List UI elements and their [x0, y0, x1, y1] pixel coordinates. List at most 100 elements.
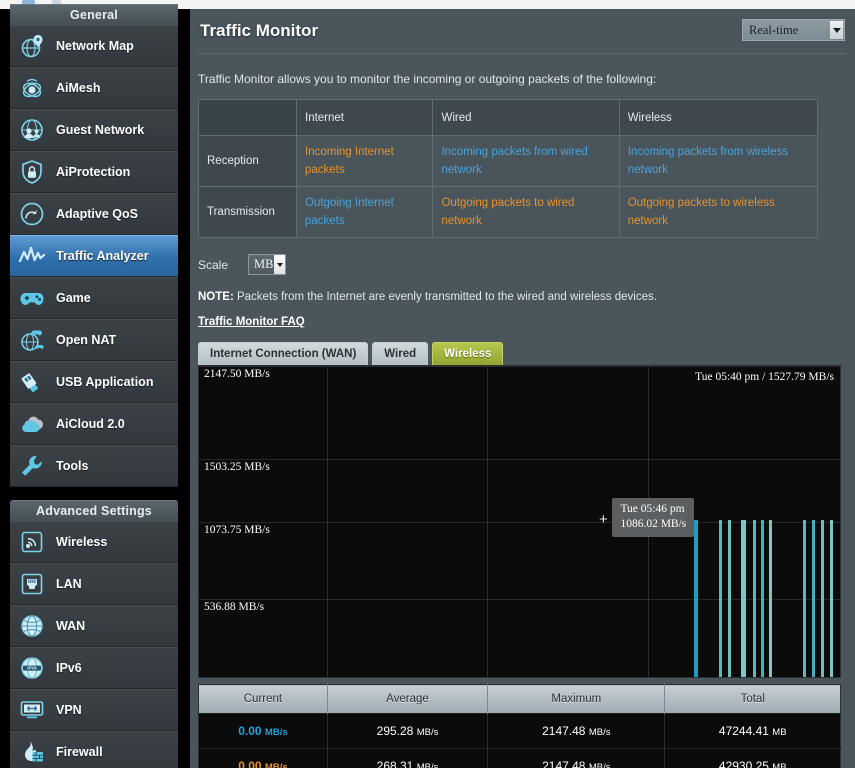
sidebar-item-label: LAN	[56, 577, 82, 591]
header-cell-wired: Wired	[432, 99, 620, 136]
game-controller-icon	[17, 283, 47, 313]
note-prefix: NOTE:	[198, 291, 234, 303]
traffic-chart[interactable]: Tue 05:40 pm / 1527.79 MB/s 2147.50 MB/s…	[198, 365, 841, 678]
chart-crosshair-cursor: +	[598, 510, 608, 528]
main-panel: Traffic Monitor Real-time Traffic Monito…	[190, 9, 855, 768]
table-row: 0.00 MB/s 295.28 MB/s 2147.48 MB/s 47244…	[198, 713, 841, 749]
sidebar-item-aiprotection[interactable]: AiProtection	[10, 151, 178, 193]
sidebar-item-label: Network Map	[56, 39, 134, 53]
tab-internet-connection-wan[interactable]: Internet Connection (WAN)	[198, 342, 369, 365]
sidebar-item-wan[interactable]: WAN	[10, 605, 178, 647]
scale-select-value: MB	[254, 257, 274, 271]
page-title: Traffic Monitor	[200, 21, 319, 40]
chart-bar	[760, 519, 764, 677]
stats-header-row: Current Average Maximum Total	[198, 684, 841, 714]
chart-bar	[812, 519, 816, 677]
sidebar-item-label: Firewall	[56, 745, 103, 759]
sidebar-item-label: AiMesh	[56, 81, 101, 95]
sidebar-item-wireless[interactable]: Wireless	[10, 521, 178, 563]
sidebar-item-network-map[interactable]: Network Map	[10, 25, 178, 67]
chart-bar	[820, 519, 824, 677]
sidebar-item-label: IPv6	[56, 661, 82, 675]
traffic-analyzer-icon	[17, 241, 47, 271]
table-header-row: Internet Wired Wireless	[198, 99, 819, 136]
chart-bar	[719, 519, 723, 677]
chart-tooltip-time: Tue 05:46 pm	[620, 502, 685, 515]
table-row: 0.00 MB/s 268.31 MB/s 2147.48 MB/s 42930…	[198, 748, 841, 768]
scale-row: Scale MB	[198, 254, 855, 275]
chart-bar	[769, 519, 773, 677]
chart-bar	[752, 519, 756, 677]
scale-select[interactable]: MB	[248, 254, 286, 275]
sidebar-item-open-nat[interactable]: Open NAT	[10, 319, 178, 361]
sidebar-item-guest-network[interactable]: Guest Network	[10, 109, 178, 151]
tab-wired[interactable]: Wired	[372, 342, 429, 365]
wireless-signal-icon	[17, 527, 47, 557]
header-cell-blank	[198, 99, 297, 136]
cell-transmission-wireless: Outgoing packets to wireless network	[618, 186, 819, 238]
traffic-monitor-faq-link[interactable]: Traffic Monitor FAQ	[198, 316, 305, 328]
chart-tooltip-value: 1086.02 MB/s	[620, 517, 687, 530]
chart-bar	[802, 519, 806, 677]
sidebar-item-aicloud[interactable]: AiCloud 2.0	[10, 403, 178, 445]
chart-y-axis-label: 536.88 MB/s	[204, 601, 265, 613]
chevron-down-icon[interactable]	[274, 255, 285, 274]
sidebar-item-label: Open NAT	[56, 333, 117, 347]
stats-reception-average: 295.28 MB/s	[327, 713, 489, 749]
sidebar-item-game[interactable]: Game	[10, 277, 178, 319]
page-header: Traffic Monitor Real-time	[198, 9, 847, 54]
sidebar-item-traffic-analyzer[interactable]: Traffic Analyzer	[10, 235, 178, 277]
mode-select[interactable]: Real-time	[742, 19, 845, 41]
stats-header-maximum: Maximum	[487, 684, 666, 714]
sidebar-item-adaptive-qos[interactable]: Adaptive QoS	[10, 193, 178, 235]
aicloud-cloud-icon	[17, 409, 47, 439]
intro-text: Traffic Monitor allows you to monitor th…	[198, 72, 657, 86]
sidebar-item-label: Traffic Analyzer	[56, 249, 149, 263]
sidebar-item-label: VPN	[56, 703, 82, 717]
sidebar-item-tools[interactable]: Tools	[10, 445, 178, 487]
chevron-down-icon[interactable]	[830, 21, 843, 39]
header-cell-internet: Internet	[295, 99, 434, 136]
svg-text:IPV6: IPV6	[27, 666, 37, 671]
note-body: Packets from the Internet are evenly tra…	[233, 291, 657, 303]
network-map-icon	[17, 31, 47, 61]
sidebar-item-ipv6[interactable]: IPV6 IPv6	[10, 647, 178, 689]
firewall-flame-icon	[17, 737, 47, 767]
sidebar-item-label: USB Application	[56, 375, 154, 389]
stats-transmission-average: 268.31 MB/s	[327, 748, 489, 768]
tab-wireless[interactable]: Wireless	[432, 342, 504, 365]
row-label-transmission: Transmission	[198, 186, 297, 238]
sidebar-item-aimesh[interactable]: AiMesh	[10, 67, 178, 109]
chart-status-label: Tue 05:40 pm / 1527.79 MB/s	[695, 371, 834, 383]
sidebar-item-label: Adaptive QoS	[56, 207, 138, 221]
traffic-tabs: Internet Connection (WAN) Wired Wireless	[198, 342, 855, 365]
vpn-monitor-icon	[17, 695, 47, 725]
sidebar-item-vpn[interactable]: VPN	[10, 689, 178, 731]
statistics-table: Current Average Maximum Total 0.00 MB/s …	[198, 684, 841, 768]
sidebar-item-label: Guest Network	[56, 123, 145, 137]
sidebar-item-lan[interactable]: LAN	[10, 563, 178, 605]
lan-port-icon	[17, 569, 47, 599]
sidebar-item-label: Game	[56, 291, 91, 305]
sidebar-item-firewall[interactable]: Firewall	[10, 731, 178, 768]
wan-globe-icon	[17, 611, 47, 641]
cell-transmission-wired: Outgoing packets to wired network	[432, 186, 620, 238]
sidebar: General Network Map AiMesh Guest Network…	[10, 4, 178, 768]
chart-bar	[741, 519, 747, 677]
cell-transmission-internet: Outgoing Internet packets	[295, 186, 434, 238]
stats-header-average: Average	[327, 684, 489, 714]
chart-y-axis-label: 2147.50 MB/s	[204, 368, 270, 380]
stats-transmission-maximum: 2147.48 MB/s	[487, 748, 666, 768]
chart-y-axis-label: 1073.75 MB/s	[204, 524, 270, 536]
cell-reception-wireless: Incoming packets from wireless network	[618, 135, 819, 187]
stats-transmission-current: 0.00 MB/s	[198, 748, 328, 768]
sidebar-group-advanced-title: Advanced Settings	[10, 500, 178, 521]
sidebar-item-usb-application[interactable]: USB Application	[10, 361, 178, 403]
table-row: Reception Incoming Internet packets Inco…	[198, 135, 819, 187]
stats-reception-current: 0.00 MB/s	[198, 713, 328, 749]
stats-transmission-total: 42930.25 MB	[664, 748, 841, 768]
aiprotection-shield-icon	[17, 157, 47, 187]
row-label-reception: Reception	[198, 135, 297, 187]
mode-select-value: Real-time	[749, 22, 799, 37]
sidebar-item-label: AiCloud 2.0	[56, 417, 125, 431]
